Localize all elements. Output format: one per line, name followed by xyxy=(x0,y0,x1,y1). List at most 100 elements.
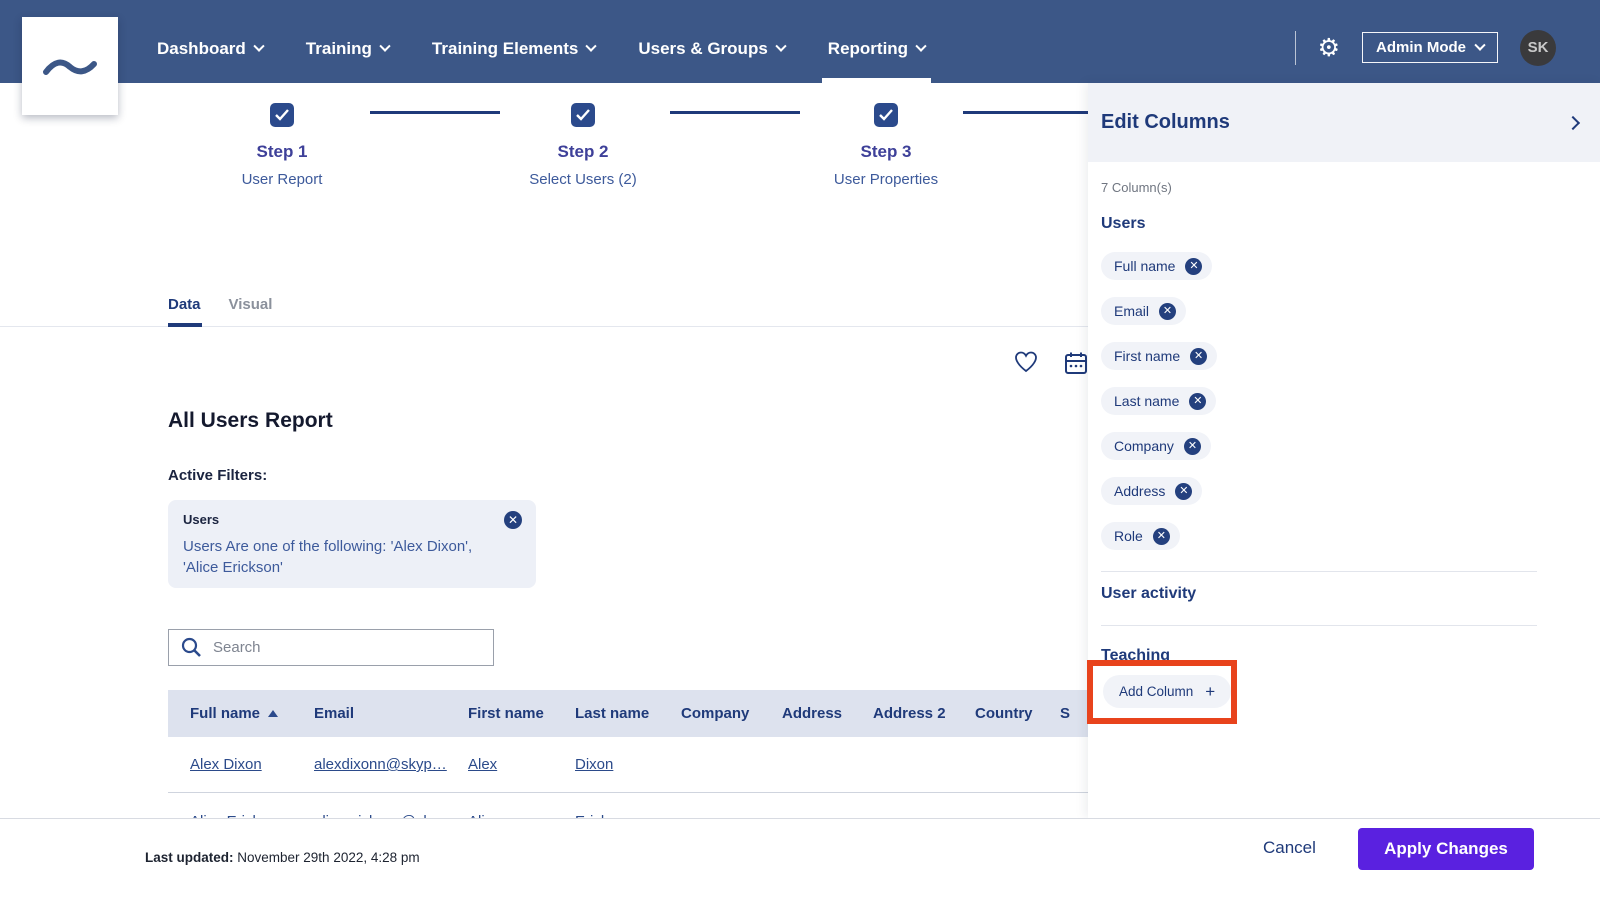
column-header-label: Address 2 xyxy=(873,705,946,722)
column-header-company[interactable]: Company xyxy=(681,705,782,722)
chevron-down-icon xyxy=(775,40,787,52)
page-title-rest: Report xyxy=(265,409,333,432)
active-tab-indicator xyxy=(168,323,202,327)
column-header-address[interactable]: Address xyxy=(782,705,873,722)
table-row: Alex Dixon alexdixonn@skyp… Alex Dixon xyxy=(168,737,1088,793)
nav-item-users-groups[interactable]: Users & Groups xyxy=(638,0,787,83)
column-header-clipped[interactable]: S xyxy=(1060,705,1088,722)
column-header-label: Email xyxy=(314,705,355,722)
remove-column-icon[interactable]: ✕ xyxy=(1190,347,1208,365)
column-count: 7 Column(s) xyxy=(1101,180,1172,195)
column-chip-full-name: Full name ✕ xyxy=(1101,252,1213,280)
column-header-country[interactable]: Country xyxy=(975,705,1060,722)
column-header-label: S xyxy=(1060,705,1071,722)
column-header-first-name[interactable]: First name xyxy=(468,705,575,722)
navbar-right: ⚙ Admin Mode SK xyxy=(1294,0,1556,83)
chevron-right-icon[interactable] xyxy=(1565,115,1581,130)
search-icon xyxy=(181,637,201,657)
chevron-down-icon xyxy=(915,40,927,52)
nav-item-label: Training Elements xyxy=(431,38,579,58)
step-connector xyxy=(670,111,800,114)
remove-filter-icon[interactable]: ✕ xyxy=(504,511,522,529)
column-chip-address: Address ✕ xyxy=(1101,477,1203,505)
page-title-bold: All Users xyxy=(168,409,260,432)
user-link[interactable]: Alex xyxy=(468,756,497,773)
report-actions xyxy=(1014,351,1088,375)
nav-item-training[interactable]: Training xyxy=(306,0,391,83)
panel-header: Edit Columns xyxy=(1088,83,1600,162)
cell-first-name: Alex xyxy=(468,756,575,773)
checkbox-checked-icon xyxy=(571,103,595,127)
main-content: Step 1 User Report Step 2 Select Users (… xyxy=(0,83,1088,818)
step-subtitle: User Properties xyxy=(833,171,939,188)
remove-column-icon[interactable]: ✕ xyxy=(1185,257,1203,275)
column-chip-last-name: Last name ✕ xyxy=(1101,387,1217,415)
step-subtitle: User Report xyxy=(241,171,323,188)
chevron-down-icon xyxy=(1474,39,1486,51)
search-input[interactable] xyxy=(213,639,463,656)
heart-icon[interactable] xyxy=(1014,351,1038,375)
remove-column-icon[interactable]: ✕ xyxy=(1183,437,1201,455)
remove-column-icon[interactable]: ✕ xyxy=(1175,482,1193,500)
avatar[interactable]: SK xyxy=(1520,29,1556,66)
avatar-initials: SK xyxy=(1527,39,1549,56)
chevron-down-icon xyxy=(253,40,265,52)
column-header-full-name[interactable]: Full name xyxy=(190,705,314,722)
nav-item-label: Users & Groups xyxy=(638,38,768,58)
column-header-address-2[interactable]: Address 2 xyxy=(873,705,975,722)
calendar-icon[interactable] xyxy=(1064,351,1088,375)
email-link[interactable]: alexdixonn@skyp… xyxy=(314,756,447,773)
gear-icon[interactable]: ⚙ xyxy=(1318,35,1340,60)
chip-label: Email xyxy=(1114,303,1150,319)
column-chip-email: Email ✕ xyxy=(1101,297,1187,325)
wizard-step-2[interactable]: Step 2 Select Users (2) xyxy=(483,103,683,188)
page-title: All Users Report xyxy=(168,409,333,433)
remove-column-icon[interactable]: ✕ xyxy=(1152,527,1170,545)
table-header-row: Full name Email First name Last name Com… xyxy=(168,690,1088,737)
column-header-email[interactable]: Email xyxy=(314,705,468,722)
chevron-down-icon xyxy=(379,40,391,52)
step-title: Step 3 xyxy=(860,142,912,161)
step-subtitle: Select Users (2) xyxy=(529,171,637,188)
nav-item-label: Reporting xyxy=(827,38,909,58)
user-link[interactable]: Alex Dixon xyxy=(190,756,262,773)
tab-divider xyxy=(0,326,1088,327)
column-header-label: Last name xyxy=(575,705,650,722)
nav-item-training-elements[interactable]: Training Elements xyxy=(431,0,598,83)
top-navbar: Dashboard Training Training Elements Use… xyxy=(0,0,1600,83)
step-title: Step 1 xyxy=(256,142,308,161)
cell-last-name: Dixon xyxy=(575,756,681,773)
wizard-step-1[interactable]: Step 1 User Report xyxy=(182,103,382,188)
cell-email: alexdixonn@skyp… xyxy=(314,756,468,773)
nav-divider xyxy=(1294,30,1296,65)
remove-column-icon[interactable]: ✕ xyxy=(1159,302,1177,320)
step-connector xyxy=(370,111,500,114)
column-header-label: Country xyxy=(975,705,1033,722)
column-chip-company: Company ✕ xyxy=(1101,432,1211,460)
admin-mode-button[interactable]: Admin Mode xyxy=(1362,32,1498,63)
footer-bar: Last updated: November 29th 2022, 4:28 p… xyxy=(0,818,1600,910)
cancel-button[interactable]: Cancel xyxy=(1263,838,1316,858)
user-link[interactable]: Dixon xyxy=(575,756,613,773)
tab-data[interactable]: Data xyxy=(168,296,201,313)
table-row: Alice Erickson aliceerickson@sk Alice Er… xyxy=(168,793,1088,818)
main-nav: Dashboard Training Training Elements Use… xyxy=(157,0,932,83)
chip-label: Full name xyxy=(1114,258,1176,274)
apply-changes-button[interactable]: Apply Changes xyxy=(1358,828,1534,870)
column-header-label: First name xyxy=(468,705,544,722)
panel-title: Edit Columns xyxy=(1101,111,1230,133)
app-logo[interactable] xyxy=(22,17,118,115)
admin-mode-label: Admin Mode xyxy=(1376,39,1466,56)
wizard-step-3[interactable]: Step 3 User Properties xyxy=(786,103,986,188)
report-tabs: Data Visual xyxy=(168,296,272,313)
nav-item-dashboard[interactable]: Dashboard xyxy=(157,0,265,83)
remove-column-icon[interactable]: ✕ xyxy=(1189,392,1207,410)
tab-visual[interactable]: Visual xyxy=(229,296,273,313)
chip-label: Last name xyxy=(1114,393,1180,409)
chevron-down-icon xyxy=(585,40,598,52)
column-header-last-name[interactable]: Last name xyxy=(575,705,681,722)
column-header-label: Address xyxy=(782,705,843,722)
column-chip-first-name: First name ✕ xyxy=(1101,342,1218,370)
last-updated-label: Last updated: xyxy=(145,850,234,865)
nav-item-reporting[interactable]: Reporting xyxy=(821,0,932,83)
